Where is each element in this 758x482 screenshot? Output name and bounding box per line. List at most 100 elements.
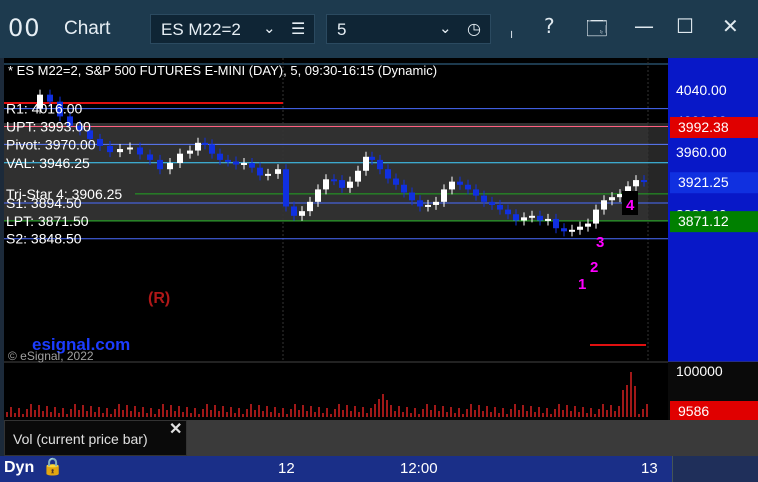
help-icon[interactable]: ?: [544, 14, 555, 38]
volume-bar: [150, 408, 152, 417]
candle-body: [225, 159, 231, 162]
maximize-icon[interactable]: ☐: [676, 14, 694, 38]
candle-body: [641, 180, 647, 183]
volume-bar: [66, 414, 68, 417]
volume-study-text: Vol (current price bar): [13, 431, 148, 447]
wave-annotation: (R): [148, 290, 170, 307]
volume-bar: [350, 411, 352, 417]
volume-bar: [326, 408, 328, 417]
volume-bar: [250, 404, 252, 417]
volume-bar: [10, 407, 12, 417]
level-label: LPT: 3871.50: [6, 213, 89, 229]
candle-body: [481, 195, 487, 202]
volume-bar: [450, 407, 452, 417]
volume-bar: [38, 405, 40, 417]
candle-body: [441, 189, 447, 202]
candle-body: [195, 142, 201, 151]
volume-bar: [406, 407, 408, 417]
candle-body: [385, 169, 391, 179]
volume-bar: [70, 409, 72, 417]
level-label: UPT: 3993.00: [6, 119, 91, 135]
candle-body: [117, 149, 123, 153]
symbol-combo[interactable]: ES M22=2 ⌄ ☰: [150, 14, 315, 44]
volume-bar: [646, 404, 648, 417]
volume-bar: [598, 409, 600, 417]
volume-bar: [642, 409, 644, 417]
chevron-down-icon[interactable]: ⌄: [263, 19, 276, 37]
volume-bar: [174, 411, 176, 417]
menu-lines-icon[interactable]: ☰: [291, 19, 305, 38]
candle-body: [553, 218, 559, 229]
volume-bar: [486, 406, 488, 417]
candle-body: [593, 209, 599, 224]
volume-bar: [610, 405, 612, 417]
volume-bar: [578, 412, 580, 417]
candle-body: [505, 209, 511, 215]
volume-bar: [242, 414, 244, 417]
volume-bar: [246, 409, 248, 417]
lock-icon[interactable]: 🔒: [42, 457, 63, 477]
volume-bar: [62, 408, 64, 417]
volume-bar: [394, 411, 396, 417]
wave-annotation: 2: [590, 259, 598, 276]
candle-body: [489, 201, 495, 205]
volume-bar: [402, 412, 404, 417]
volume-bar: [634, 386, 636, 417]
volume-bar: [390, 405, 392, 417]
volume-bar: [126, 405, 128, 417]
title-bar: 00 Chart ES M22=2 ⌄ ☰ 5 ⌄ ◷ ╷ ? 🗔 — ☐ ✕: [0, 0, 758, 58]
dyn-label[interactable]: Dyn: [4, 459, 34, 477]
volume-bar: [182, 412, 184, 417]
time-tick: 12: [278, 460, 295, 477]
volume-bar: [278, 413, 280, 417]
candle-body: [339, 180, 345, 188]
volume-bar: [214, 405, 216, 417]
pin-icon[interactable]: ╷: [508, 24, 515, 38]
volume-bar: [478, 405, 480, 417]
close-icon[interactable]: ✕: [722, 14, 739, 38]
volume-bar: [102, 413, 104, 417]
volume-bar: [542, 413, 544, 417]
volume-bar: [314, 412, 316, 417]
volume-bar: [582, 407, 584, 417]
volume-bar: [266, 406, 268, 417]
volume-bar: [594, 414, 596, 417]
volume-bar: [226, 412, 228, 417]
volume-bar: [378, 399, 380, 417]
volume-bar: [334, 409, 336, 417]
minimize-icon[interactable]: —: [634, 14, 654, 38]
volume-bar: [566, 405, 568, 417]
candle-body: [425, 204, 431, 207]
price-marker-label: 3992.38: [678, 119, 729, 135]
interval-combo[interactable]: 5 ⌄ ◷: [326, 14, 491, 44]
volume-bar: [130, 411, 132, 417]
volume-bar: [42, 411, 44, 417]
close-icon[interactable]: ✕: [169, 419, 182, 439]
volume-bar: [146, 413, 148, 417]
chevron-down-icon[interactable]: ⌄: [439, 19, 452, 37]
chart-area[interactable]: * ES M22=2, S&P 500 FUTURES E-MINI (DAY)…: [0, 58, 758, 456]
candle-body: [299, 211, 305, 216]
volume-bar: [230, 407, 232, 417]
level-label: R1: 4016.00: [6, 101, 82, 117]
layout-icon[interactable]: 🗔: [586, 14, 608, 48]
candle-body: [315, 189, 321, 202]
candle-body: [323, 179, 329, 190]
clock-icon[interactable]: ◷: [467, 19, 481, 38]
volume-study-label[interactable]: Vol (current price bar) ✕: [4, 420, 187, 456]
volume-bar: [434, 405, 436, 417]
candle-body: [497, 204, 503, 210]
volume-bar: [446, 412, 448, 417]
volume-marker-label: 9586: [678, 403, 709, 419]
volume-bar: [518, 410, 520, 417]
volume-bar: [626, 385, 628, 417]
volume-bar: [74, 404, 76, 417]
price-chart[interactable]: * ES M22=2, S&P 500 FUTURES E-MINI (DAY)…: [0, 58, 758, 456]
chart-header: * ES M22=2, S&P 500 FUTURES E-MINI (DAY)…: [8, 63, 437, 78]
candle-body: [529, 215, 535, 218]
volume-bar: [34, 410, 36, 417]
candle-body: [401, 184, 407, 193]
level-label: Pivot: 3970.00: [6, 136, 96, 152]
volume-bar: [346, 405, 348, 417]
volume-bar: [370, 408, 372, 417]
